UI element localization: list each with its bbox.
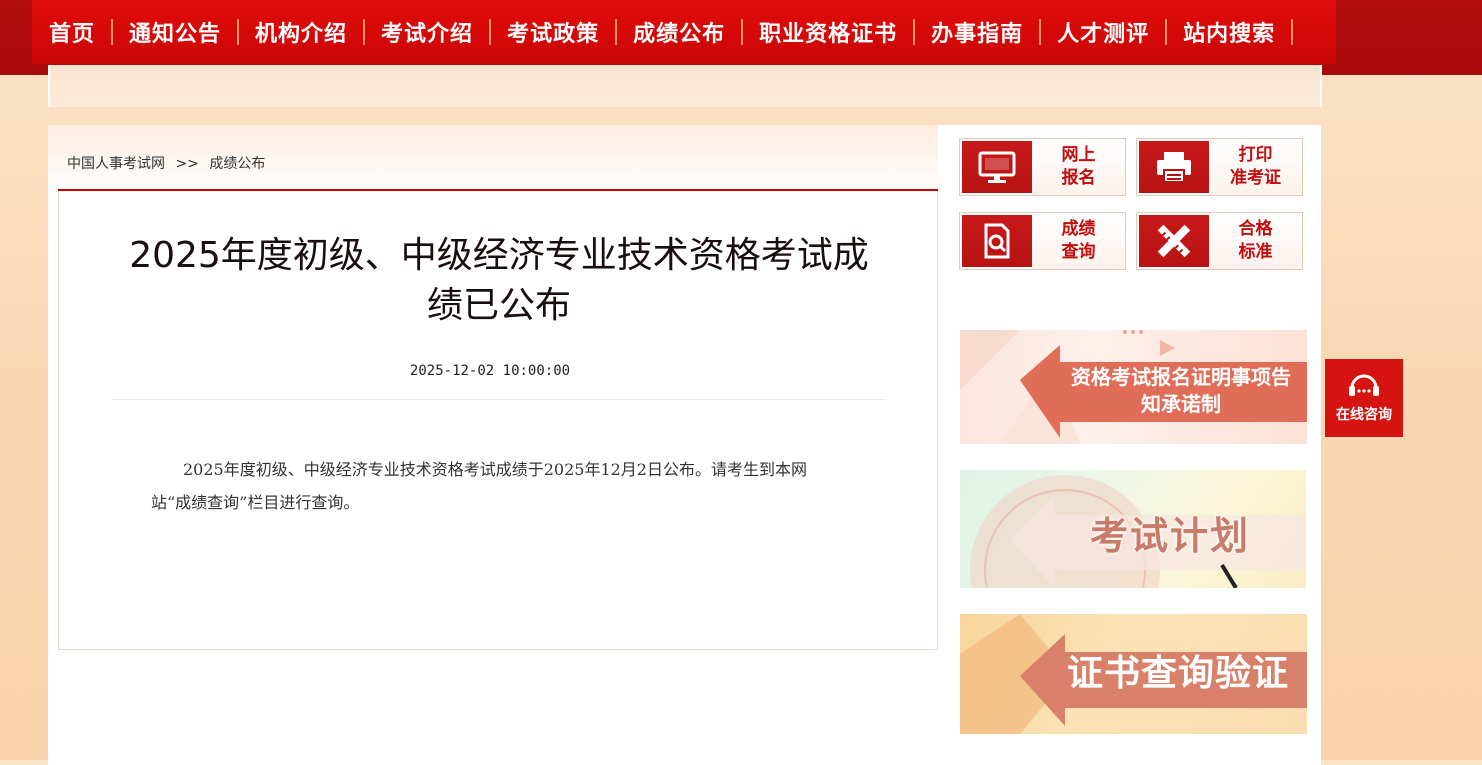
nav-item-home[interactable]: 首页 (49, 0, 95, 64)
nav-separator (489, 19, 492, 45)
main-nav: 首页 通知公告 机构介绍 考试介绍 考试政策 成绩公布 职业资格证书 办事指南 … (32, 0, 1336, 64)
nav-item-site-search[interactable]: 站内搜索 (1183, 0, 1275, 64)
nav-separator (1165, 19, 1168, 45)
headset-icon (1349, 374, 1379, 396)
nav-item-guide[interactable]: 办事指南 (931, 0, 1023, 64)
nav-item-talent-assessment[interactable]: 人才测评 (1057, 0, 1149, 64)
title-divider (111, 399, 886, 400)
passing-standard-button[interactable]: 合格 标准 (1136, 212, 1303, 270)
nav-item-about[interactable]: 机构介绍 (255, 0, 347, 64)
nav-item-certificates[interactable]: 职业资格证书 (759, 0, 897, 64)
nav-separator (913, 19, 916, 45)
commitment-banner-text: 资格考试报名证明事项告知承诺制 (1071, 365, 1291, 416)
quick-link-label: 合格 标准 (1209, 213, 1302, 269)
online-consult-button[interactable]: 在线咨询 (1325, 359, 1403, 437)
breadcrumb-current-link[interactable]: 成绩公布 (209, 156, 265, 172)
article-date: 2025-12-02 10:00:00 (409, 363, 571, 379)
article-body: 2025年度初级、中级经济专业技术资格考试成绩于2025年12月2日公布。请考生… (151, 460, 807, 512)
sub-banner-strip (48, 65, 1322, 107)
score-query-button[interactable]: 成绩 查询 (959, 212, 1126, 270)
article-container: 2025年度初级、中级经济专业技术资格考试成绩已公布 2025-12-02 10… (58, 191, 938, 650)
search-document-icon (962, 215, 1032, 267)
exam-plan-banner-text: 考试计划 (1089, 513, 1250, 558)
commitment-notice-banner[interactable]: 资格考试报名证明事项告知承诺制 (960, 330, 1307, 444)
certificate-banner-text: 证书查询验证 (1066, 652, 1289, 694)
certificate-verification-banner[interactable]: 证书查询验证 (960, 614, 1307, 734)
ruler-pencil-icon (1139, 215, 1209, 267)
nav-separator (1039, 19, 1042, 45)
nav-separator (363, 19, 366, 45)
online-registration-button[interactable]: 网上 报名 (959, 138, 1126, 196)
monitor-icon (962, 141, 1032, 193)
quick-link-label: 打印 准考证 (1209, 139, 1302, 195)
online-consult-label: 在线咨询 (1336, 407, 1392, 423)
article-title: 2025年度初级、中级经济专业技术资格考试成绩已公布 (129, 235, 869, 326)
nav-separator (615, 19, 618, 45)
quick-link-label: 网上 报名 (1032, 139, 1125, 195)
breadcrumb-home-link[interactable]: 中国人事考试网 (67, 156, 165, 172)
nav-item-exam-policy[interactable]: 考试政策 (507, 0, 599, 64)
print-admission-ticket-button[interactable]: 打印 准考证 (1136, 138, 1303, 196)
quick-link-label: 成绩 查询 (1032, 213, 1125, 269)
nav-item-exam-intro[interactable]: 考试介绍 (381, 0, 473, 64)
breadcrumb-separator: >> (175, 156, 199, 172)
breadcrumb: 中国人事考试网 >> 成绩公布 (67, 153, 271, 173)
nav-separator (1291, 19, 1294, 45)
nav-separator (741, 19, 744, 45)
nav-item-scores[interactable]: 成绩公布 (633, 0, 725, 64)
printer-icon (1139, 141, 1209, 193)
exam-plan-banner[interactable]: 考试计划 (960, 470, 1306, 588)
nav-separator (111, 19, 114, 45)
nav-separator (237, 19, 240, 45)
nav-item-notices[interactable]: 通知公告 (129, 0, 221, 64)
